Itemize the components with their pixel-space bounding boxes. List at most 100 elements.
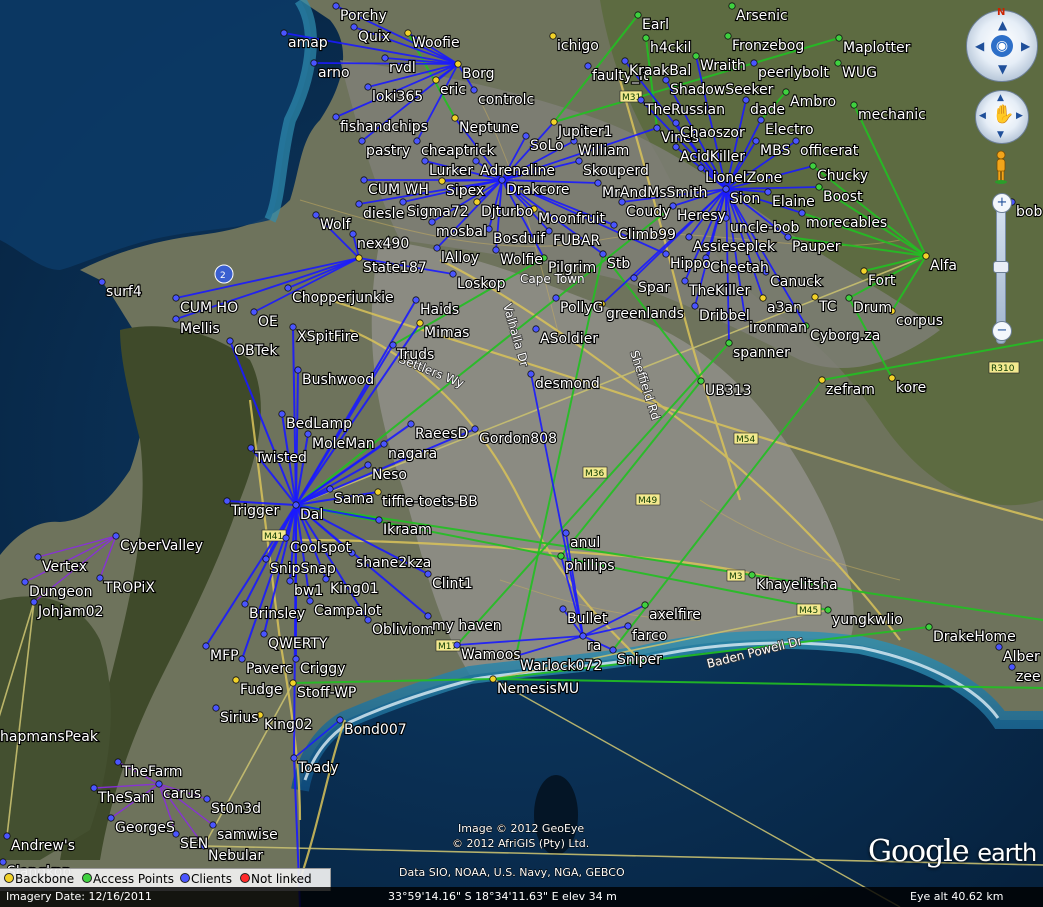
node-marker[interactable]: [559, 605, 567, 613]
node-marker[interactable]: [610, 221, 618, 229]
eye-icon[interactable]: ◉: [991, 35, 1013, 57]
node-marker[interactable]: [728, 2, 736, 10]
node-marker[interactable]: [212, 704, 220, 712]
node-marker[interactable]: [374, 488, 382, 496]
look-left-icon[interactable]: ◀: [975, 39, 984, 53]
look-right-icon[interactable]: ▶: [1021, 39, 1030, 53]
node-marker[interactable]: [389, 341, 397, 349]
node-label[interactable]: TheFarm: [120, 763, 184, 781]
node-marker[interactable]: [241, 600, 249, 608]
node-label[interactable]: Pauper: [791, 238, 842, 256]
node-label[interactable]: Climb99: [617, 226, 677, 244]
node-label[interactable]: mosbal: [435, 223, 488, 241]
node-label[interactable]: FUBAR: [552, 232, 602, 250]
node-marker[interactable]: [759, 294, 767, 302]
node-marker[interactable]: [835, 34, 843, 42]
node-label[interactable]: Coudy: [625, 203, 672, 221]
node-marker[interactable]: [630, 274, 638, 282]
node-label[interactable]: UB313: [704, 382, 753, 400]
node-marker[interactable]: [845, 294, 853, 302]
node-label[interactable]: greenlands: [605, 305, 685, 323]
node-marker[interactable]: [925, 623, 933, 631]
node-marker[interactable]: [260, 630, 268, 638]
node-marker[interactable]: [202, 642, 210, 650]
node-label[interactable]: GeorgeS: [114, 819, 176, 837]
node-marker[interactable]: [223, 497, 231, 505]
node-marker[interactable]: [752, 137, 760, 145]
node-marker[interactable]: [0, 858, 7, 866]
node-label[interactable]: Assieseplek: [692, 238, 777, 256]
node-label[interactable]: Stoff-WP: [296, 684, 358, 702]
node-marker[interactable]: [782, 88, 790, 96]
node-marker[interactable]: [289, 679, 297, 687]
node-marker[interactable]: [470, 86, 478, 94]
node-label[interactable]: Wamoos: [460, 646, 522, 664]
node-marker[interactable]: [358, 137, 366, 145]
node-marker[interactable]: [685, 233, 693, 241]
node-label[interactable]: SnipSnap: [269, 560, 337, 578]
node-label[interactable]: QWERTY: [267, 635, 329, 653]
node-label[interactable]: MFP: [209, 647, 240, 665]
node-label[interactable]: Alber: [1002, 648, 1041, 666]
node-label[interactable]: OBTek: [233, 342, 280, 360]
node-label[interactable]: Fort: [867, 272, 897, 290]
node-marker[interactable]: [238, 655, 246, 663]
node-label[interactable]: yungkwlio: [831, 611, 904, 629]
node-marker[interactable]: [172, 294, 180, 302]
node-marker[interactable]: [232, 676, 240, 684]
node-label[interactable]: Alfa: [929, 257, 958, 275]
node-label[interactable]: Djturbo: [480, 203, 534, 221]
node-marker[interactable]: [3, 832, 11, 840]
node-label[interactable]: PollyG: [559, 299, 605, 317]
node-marker[interactable]: [584, 62, 592, 70]
node-label[interactable]: MBS: [759, 142, 792, 160]
node-label[interactable]: phillips: [564, 557, 616, 575]
node-label[interactable]: Haids: [419, 301, 460, 319]
node-label[interactable]: NemesisMU: [496, 680, 580, 698]
node-label[interactable]: Bond007: [343, 721, 408, 739]
node-marker[interactable]: [579, 632, 587, 640]
node-marker[interactable]: [532, 325, 540, 333]
move-control[interactable]: ▲ ▼ ◀ ▶ ✋: [975, 90, 1029, 144]
node-label[interactable]: Drum: [852, 299, 893, 317]
node-label[interactable]: tiffie-toets-BB: [381, 493, 479, 511]
node-label[interactable]: Moonfruit: [537, 210, 607, 228]
node-marker[interactable]: [278, 410, 286, 418]
node-label[interactable]: Sigma72: [406, 203, 470, 221]
node-label[interactable]: Trigger: [229, 502, 281, 520]
node-marker[interactable]: [432, 76, 440, 84]
node-label[interactable]: Dal: [299, 506, 324, 524]
node-label[interactable]: fishandchips: [339, 118, 429, 136]
node-marker[interactable]: [289, 323, 297, 331]
node-marker[interactable]: [292, 501, 300, 509]
satellite-map[interactable]: Cape Town Valhalla Dr Settlers Wy Sheffi…: [0, 0, 1043, 907]
node-label[interactable]: anul: [569, 534, 601, 552]
look-control[interactable]: N ▲ ▼ ◀ ▶ ◉: [966, 7, 1038, 82]
node-marker[interactable]: [599, 250, 607, 258]
node-label[interactable]: Sama: [333, 490, 375, 508]
node-label[interactable]: RaeesD: [414, 425, 470, 443]
node-marker[interactable]: [798, 209, 806, 217]
node-label[interactable]: Clint1: [431, 575, 474, 593]
node-marker[interactable]: [748, 571, 756, 579]
node-label[interactable]: Nebular: [207, 847, 265, 865]
node-label[interactable]: Quix: [357, 28, 391, 46]
node-label[interactable]: State187: [362, 259, 428, 277]
node-marker[interactable]: [653, 124, 661, 132]
node-label[interactable]: ShadowSeeker: [669, 81, 775, 99]
node-label[interactable]: zee: [1015, 668, 1042, 686]
node-label[interactable]: OE: [257, 313, 279, 331]
node-marker[interactable]: [284, 284, 292, 292]
node-label[interactable]: morecables: [805, 214, 888, 232]
plus-icon[interactable]: +: [992, 193, 1012, 213]
node-label[interactable]: Maplotter: [842, 39, 912, 57]
node-label[interactable]: Sirius: [219, 709, 260, 727]
node-label[interactable]: a3an: [766, 299, 803, 317]
node-label[interactable]: dade: [749, 101, 786, 119]
node-marker[interactable]: [209, 821, 217, 829]
node-marker[interactable]: [312, 211, 320, 219]
node-marker[interactable]: [355, 200, 363, 208]
node-label[interactable]: TheSani: [96, 789, 155, 807]
node-marker[interactable]: [473, 198, 481, 206]
node-marker[interactable]: [34, 553, 42, 561]
